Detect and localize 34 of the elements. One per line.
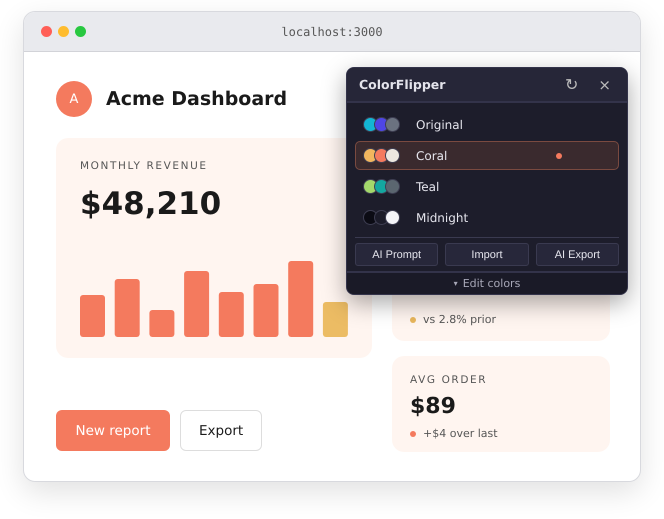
popup-title: ColorFlipper <box>359 77 446 92</box>
page-title: Acme Dashboard <box>106 88 288 110</box>
palette-item[interactable]: Midnight <box>355 203 619 232</box>
edit-colors-button[interactable]: ▾ Edit colors <box>347 271 627 294</box>
chart-bar <box>254 284 278 337</box>
popup-button[interactable]: AI Export <box>536 243 619 266</box>
edit-colors-label: Edit colors <box>462 277 520 290</box>
chart-bar <box>322 302 348 337</box>
close-button[interactable]: × <box>594 76 615 94</box>
close-button[interactable] <box>41 26 52 37</box>
export-button[interactable]: Export <box>180 410 262 451</box>
minimize-button[interactable] <box>58 26 69 37</box>
reset-button[interactable]: ↻ <box>561 75 582 94</box>
palette-item[interactable]: Teal <box>355 172 619 202</box>
palette-item[interactable]: Coral <box>355 141 619 170</box>
stat-note: vs 2.8% prior <box>423 313 496 326</box>
avatar: A <box>56 81 92 117</box>
stat-note: +$4 over last <box>423 427 498 440</box>
card-label: AVG ORDER <box>410 374 488 386</box>
chart-bar <box>184 271 210 337</box>
chart-bar <box>149 310 174 337</box>
popup-button[interactable]: AI Prompt <box>355 243 438 266</box>
chart-bar <box>80 295 105 337</box>
stat-value: $89 <box>410 394 457 419</box>
chart-bar <box>218 292 244 337</box>
chart-bar <box>114 279 140 337</box>
revenue-value: $48,210 <box>80 186 222 222</box>
palette-item[interactable]: Original <box>355 110 619 140</box>
card-label: MONTHLY REVENUE <box>80 160 209 172</box>
caret-icon: ▾ <box>454 279 458 288</box>
address-text: localhost:3000 <box>280 24 384 38</box>
maximize-button[interactable] <box>75 26 86 37</box>
selected-dot <box>556 153 562 160</box>
popup-button[interactable]: Import <box>445 243 529 266</box>
